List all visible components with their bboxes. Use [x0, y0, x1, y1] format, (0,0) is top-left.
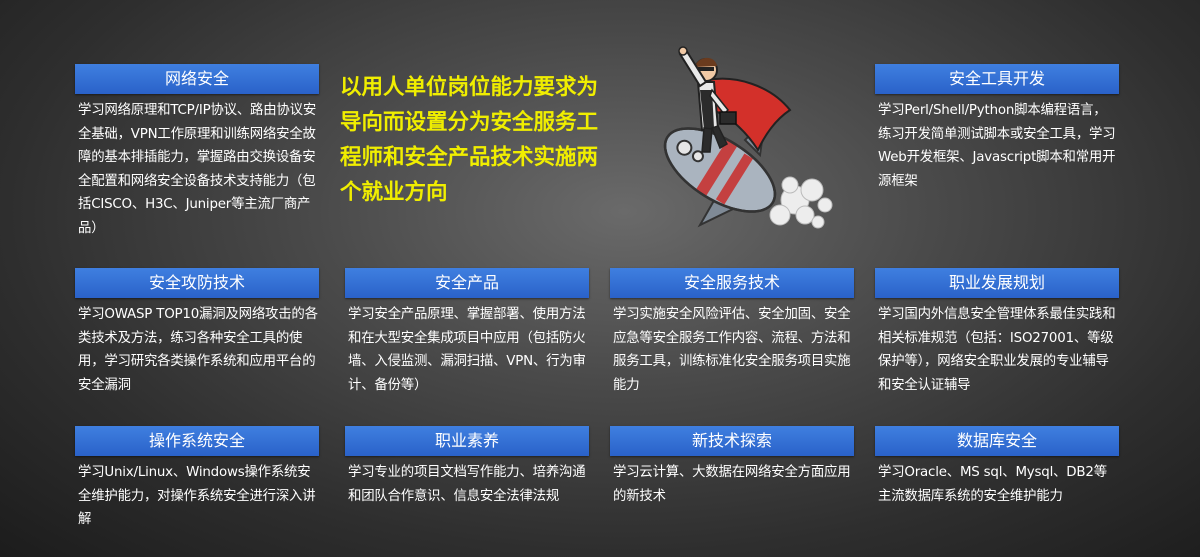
card-security-services: 安全服务技术 学习实施安全风险评估、安全加固、安全应急等安全服务工作内容、流程、…	[610, 268, 854, 397]
card-description: 学习Unix/Linux、Windows操作系统安全维护能力，对操作系统安全进行…	[78, 465, 316, 527]
card-title: 网络安全	[75, 64, 319, 94]
card-title: 安全产品	[345, 268, 589, 298]
card-new-tech: 新技术探索 学习云计算、大数据在网络安全方面应用的新技术	[610, 426, 854, 508]
card-description: 学习云计算、大数据在网络安全方面应用的新技术	[613, 465, 851, 504]
card-career-planning: 职业发展规划 学习国内外信息安全管理体系最佳实践和相关标准规范（包括：ISO27…	[875, 268, 1119, 397]
card-title: 职业素养	[345, 426, 589, 456]
card-title: 安全服务技术	[610, 268, 854, 298]
card-title: 安全工具开发	[875, 64, 1119, 94]
card-description: 学习OWASP TOP10漏洞及网络攻击的各类技术及方法，练习各种安全工具的使用…	[78, 307, 318, 393]
card-database-security: 数据库安全 学习Oracle、MS sql、Mysql、DB2等主流数据库系统的…	[875, 426, 1119, 508]
superhero-rocket-illustration	[663, 46, 833, 229]
card-description: 学习Perl/Shell/Python脚本编程语言，练习开发简单测试脚本或安全工…	[878, 103, 1116, 189]
card-security-tools-dev: 安全工具开发 学习Perl/Shell/Python脚本编程语言，练习开发简单测…	[875, 64, 1119, 193]
card-description: 学习国内外信息安全管理体系最佳实践和相关标准规范（包括：ISO27001、等级保…	[878, 307, 1116, 393]
tagline: 以用人单位岗位能力要求为导向而设置分为安全服务工程师和安全产品技术实施两个就业方…	[340, 75, 599, 205]
card-os-security: 操作系统安全 学习Unix/Linux、Windows操作系统安全维护能力，对操…	[75, 426, 319, 532]
card-description: 学习专业的项目文档写作能力、培养沟通和团队合作意识、信息安全法律法规	[348, 465, 586, 504]
card-professional-quality: 职业素养 学习专业的项目文档写作能力、培养沟通和团队合作意识、信息安全法律法规	[345, 426, 589, 508]
card-title: 职业发展规划	[875, 268, 1119, 298]
card-title: 数据库安全	[875, 426, 1119, 456]
card-description: 学习安全产品原理、掌握部署、使用方法和在大型安全集成项目中应用（包括防火墙、入侵…	[348, 307, 586, 393]
card-title: 操作系统安全	[75, 426, 319, 456]
card-title: 安全攻防技术	[75, 268, 319, 298]
card-security-products: 安全产品 学习安全产品原理、掌握部署、使用方法和在大型安全集成项目中应用（包括防…	[345, 268, 589, 397]
card-description: 学习实施安全风险评估、安全加固、安全应急等安全服务工作内容、流程、方法和服务工具…	[613, 307, 851, 393]
card-description: 学习Oracle、MS sql、Mysql、DB2等主流数据库系统的安全维护能力	[878, 465, 1107, 504]
card-description: 学习网络原理和TCP/IP协议、路由协议安全基础，VPN工作原理和训练网络安全故…	[78, 103, 317, 236]
card-attack-defense: 安全攻防技术 学习OWASP TOP10漏洞及网络攻击的各类技术及方法，练习各种…	[75, 268, 319, 397]
card-title: 新技术探索	[610, 426, 854, 456]
card-network-security: 网络安全 学习网络原理和TCP/IP协议、路由协议安全基础，VPN工作原理和训练…	[75, 64, 319, 240]
